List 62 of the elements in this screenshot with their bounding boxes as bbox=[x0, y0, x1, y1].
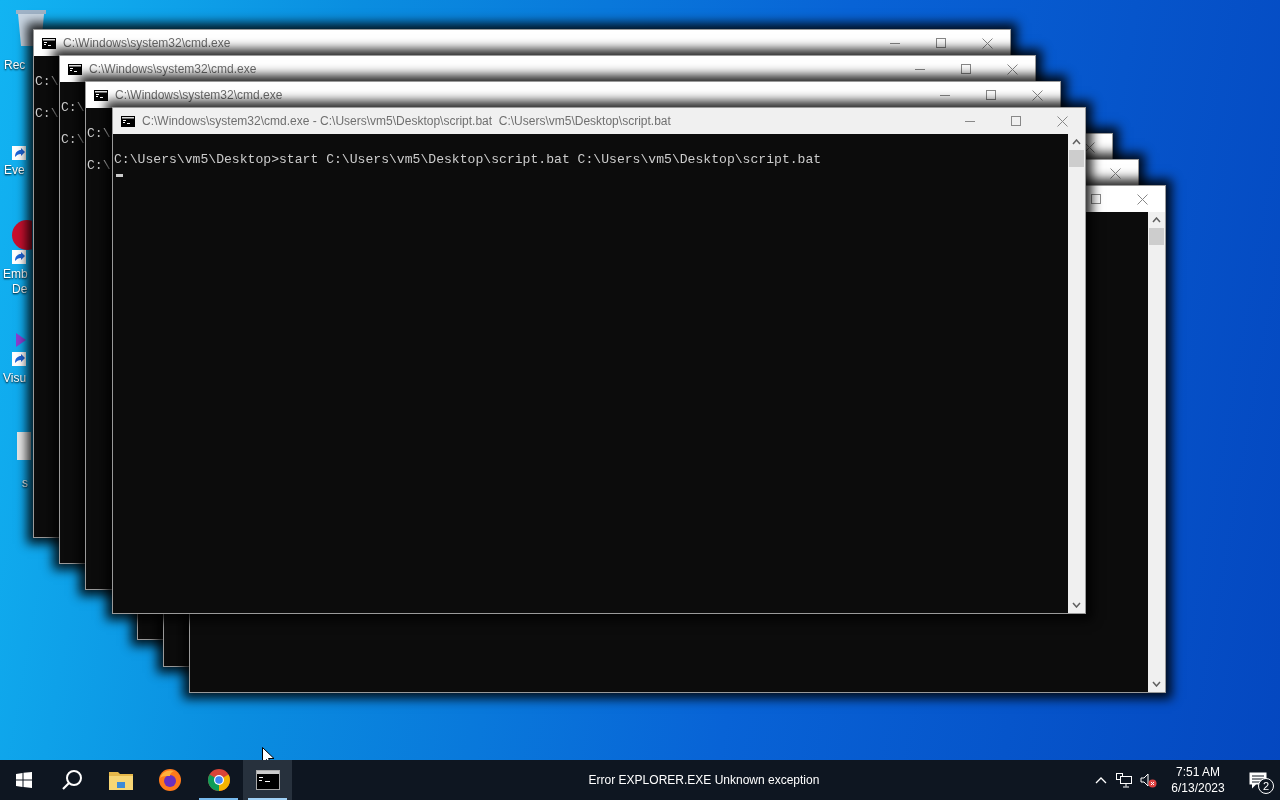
shortcut-arrow-icon bbox=[12, 146, 26, 160]
console-line: C:\Users\vm5\Desktop>start C:\Users\vm5\Desktop\script.bat C:\Users\vm5\Desktop\script.bat bbox=[114, 152, 822, 168]
desktop-icon-label[interactable]: Rec bbox=[4, 58, 26, 72]
close-icon[interactable] bbox=[1109, 167, 1121, 179]
shortcut-arrow-icon bbox=[12, 352, 26, 366]
status-message: Error EXPLORER.EXE Unknown exception bbox=[588, 772, 820, 789]
app-icon[interactable] bbox=[16, 333, 26, 347]
desktop-icon-label[interactable]: Visu bbox=[3, 371, 27, 385]
chrome-icon bbox=[206, 768, 231, 792]
notification-count: 2 bbox=[1258, 778, 1274, 794]
shortcut-arrow-icon bbox=[12, 250, 26, 264]
window-title: C:\Windows\system32\cmd.exe bbox=[89, 61, 257, 78]
notifications-button[interactable]: 2 bbox=[1236, 760, 1280, 800]
maximize-icon[interactable] bbox=[986, 90, 996, 100]
window-title: C:\Windows\system32\cmd.exe bbox=[115, 87, 283, 104]
close-icon[interactable] bbox=[1083, 141, 1095, 153]
search-icon bbox=[61, 769, 83, 791]
network-icon bbox=[1116, 772, 1132, 788]
console-line: C:\ bbox=[87, 158, 111, 174]
scroll-down-icon[interactable] bbox=[1072, 602, 1081, 608]
console-icon bbox=[121, 115, 135, 127]
console-icon bbox=[68, 63, 82, 75]
console-line: C:\ bbox=[35, 74, 59, 90]
scroll-up-icon[interactable] bbox=[1072, 139, 1081, 145]
app-icon[interactable] bbox=[17, 432, 31, 460]
scroll-down-icon[interactable] bbox=[1152, 681, 1161, 687]
clock[interactable]: 7:51 AM 6/13/2023 bbox=[1160, 760, 1236, 800]
scroll-thumb[interactable] bbox=[1149, 228, 1164, 245]
console-icon bbox=[42, 37, 56, 49]
console-line: C:\ bbox=[35, 106, 59, 122]
close-icon[interactable] bbox=[1031, 89, 1043, 101]
scrollbar[interactable] bbox=[1148, 212, 1165, 692]
console-icon bbox=[255, 770, 280, 790]
console-line: C:\ bbox=[61, 132, 85, 148]
scroll-thumb[interactable] bbox=[1069, 150, 1084, 167]
minimize-icon[interactable] bbox=[965, 120, 975, 122]
scroll-up-icon[interactable] bbox=[1152, 217, 1161, 223]
minimize-icon[interactable] bbox=[915, 68, 925, 70]
desktop-icon-label[interactable]: Emb bbox=[3, 267, 28, 281]
close-icon[interactable] bbox=[1006, 63, 1018, 75]
folder-icon bbox=[108, 770, 133, 790]
chevron-up-icon bbox=[1095, 776, 1107, 784]
scrollbar[interactable] bbox=[1068, 134, 1085, 613]
desktop-icon-label[interactable]: Eve bbox=[4, 163, 25, 177]
desktop-icon-label[interactable]: s bbox=[22, 476, 28, 490]
windows-logo-icon bbox=[16, 772, 32, 788]
muted-speaker-icon bbox=[1139, 772, 1157, 788]
maximize-icon[interactable] bbox=[1091, 194, 1101, 204]
console-line: C:\ bbox=[61, 100, 85, 116]
maximize-icon[interactable] bbox=[936, 38, 946, 48]
close-icon[interactable] bbox=[981, 37, 993, 49]
console-line: C:\ bbox=[87, 126, 111, 142]
firefox-icon bbox=[157, 768, 182, 792]
window-title: C:\Windows\system32\cmd.exe bbox=[63, 35, 231, 52]
taskbar-app-button[interactable] bbox=[243, 760, 292, 800]
maximize-icon[interactable] bbox=[961, 64, 971, 74]
console-icon bbox=[94, 89, 108, 101]
minimize-icon[interactable] bbox=[890, 42, 900, 44]
minimize-icon[interactable] bbox=[940, 94, 950, 96]
app-icon[interactable] bbox=[12, 220, 32, 250]
desktop-icon-label[interactable]: De bbox=[12, 282, 28, 296]
window-title: C:\Windows\system32\cmd.exe - C:\Users\vm5\Desktop\script.bat C:\Users\vm5\Desktop\script.bat bbox=[142, 113, 671, 130]
